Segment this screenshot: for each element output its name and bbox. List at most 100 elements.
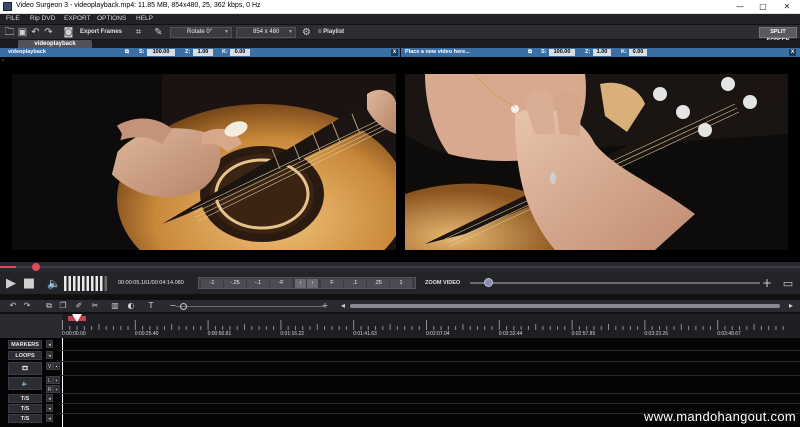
timeline-zoom-handle[interactable] bbox=[180, 303, 187, 310]
left-copy-icon[interactable]: ⧉ bbox=[125, 49, 129, 56]
eraser-icon[interactable]: ✐ bbox=[74, 301, 84, 311]
zoom-slider-track[interactable] bbox=[470, 282, 760, 284]
left-s-field[interactable]: 100.00 bbox=[147, 49, 175, 56]
markers-expand-icon[interactable]: ◂ bbox=[46, 340, 53, 348]
step-back-button[interactable]: ‹ bbox=[295, 279, 306, 288]
scroll-left-icon[interactable]: ◂ bbox=[338, 301, 348, 311]
undo-icon[interactable]: ↶ bbox=[30, 27, 41, 38]
export-frames-button[interactable]: Export Frames bbox=[80, 29, 122, 35]
pin-icon[interactable]: ▫ bbox=[2, 58, 4, 64]
stop-icon[interactable]: ■ bbox=[22, 276, 36, 291]
crop-icon[interactable]: ⌗ bbox=[133, 27, 144, 38]
left-k-field[interactable]: 0.00 bbox=[230, 49, 250, 56]
ts-track-3-expand-icon[interactable]: ◂ bbox=[46, 414, 53, 422]
camera-icon[interactable]: ◙ bbox=[63, 27, 74, 38]
ts-track-1-expand-icon[interactable]: ◂ bbox=[46, 394, 53, 402]
loops-expand-icon[interactable]: ◂ bbox=[46, 351, 53, 359]
loops-track-label[interactable]: LOOPS bbox=[8, 351, 42, 360]
left-video-player[interactable] bbox=[12, 74, 396, 250]
track-divider bbox=[60, 393, 800, 394]
ts-track-2-label[interactable]: T/S bbox=[8, 404, 42, 413]
gear-icon[interactable]: ⚙ bbox=[301, 27, 312, 38]
video-track-icon[interactable]: 🎞 bbox=[8, 362, 42, 375]
zoom-plus-icon[interactable]: + bbox=[762, 276, 772, 291]
seek-handle[interactable] bbox=[32, 263, 40, 271]
left-close-button[interactable]: x bbox=[391, 49, 398, 56]
main-toolbar: 🗀 ▣ ↶ ↷ ◙ Export Frames ⌗ ✎ Rotate 0° ▾ … bbox=[0, 25, 800, 44]
audio-left-toggle[interactable]: ▪ bbox=[53, 376, 60, 384]
frame-forward-button[interactable]: F bbox=[321, 279, 343, 288]
right-k-field[interactable]: 0.00 bbox=[629, 49, 647, 56]
split-screen-button[interactable]: SPLIT SCREEN bbox=[759, 27, 797, 44]
waveform-icon[interactable]: ▥ bbox=[110, 301, 120, 311]
paste-icon[interactable]: ❐ bbox=[58, 301, 68, 311]
speed-plus-01[interactable]: .1 bbox=[344, 279, 366, 288]
volume-icon[interactable]: 🔈 bbox=[46, 276, 62, 291]
text-icon[interactable]: T bbox=[146, 301, 156, 311]
speed-minus-1[interactable]: -1 bbox=[201, 279, 223, 288]
edit-icon[interactable]: ✎ bbox=[153, 27, 164, 38]
right-copy-icon[interactable]: ⧉ bbox=[528, 49, 532, 56]
ts-track-2-expand-icon[interactable]: ◂ bbox=[46, 404, 53, 412]
menu-file[interactable]: FILE bbox=[6, 15, 20, 22]
track-divider bbox=[60, 375, 800, 376]
timeline-ruler[interactable]: 0:00:00.00 0:00:25.40 0:00:50.81 0:01:16.22… bbox=[62, 314, 800, 338]
volume-bar bbox=[91, 276, 94, 291]
open-folder-icon[interactable]: 🗀 bbox=[4, 27, 15, 38]
tab-videoplayback[interactable]: videoplayback bbox=[18, 40, 92, 48]
close-window-button[interactable]: ✕ bbox=[780, 1, 794, 12]
right-z-field[interactable]: 1.00 bbox=[593, 49, 611, 56]
ts-track-3-label[interactable]: T/S bbox=[8, 414, 42, 423]
speed-plus-1[interactable]: 1 bbox=[390, 279, 412, 288]
redo-icon[interactable]: ↷ bbox=[22, 301, 32, 311]
ruler-label: 0:01:41.63 bbox=[353, 331, 377, 337]
scissors-icon[interactable]: ✂ bbox=[90, 301, 100, 311]
markers-track-label[interactable]: MARKERS bbox=[8, 340, 42, 349]
speed-minus-025[interactable]: -.25 bbox=[224, 279, 246, 288]
resolution-value: 854 x 480 bbox=[253, 29, 280, 35]
ts-track-1-label[interactable]: T/S bbox=[8, 394, 42, 403]
frame-back-button[interactable]: -F bbox=[270, 279, 292, 288]
menu-export[interactable]: EXPORT bbox=[64, 15, 91, 22]
video-track-toggle[interactable]: ▪ bbox=[53, 362, 60, 370]
left-z-field[interactable]: 1.00 bbox=[193, 49, 213, 56]
redo-icon[interactable]: ↷ bbox=[43, 27, 54, 38]
zoom-slider-handle[interactable] bbox=[483, 278, 493, 287]
play-icon[interactable]: ▶ bbox=[4, 276, 18, 291]
right-close-button[interactable]: x bbox=[789, 49, 796, 56]
menu-rip-dvd[interactable]: Rip DVD bbox=[30, 15, 55, 22]
zoom-in-icon[interactable]: + bbox=[320, 301, 330, 311]
playlist-button[interactable]: ≡ Playlist bbox=[318, 29, 344, 35]
resolution-dropdown[interactable]: 854 x 480 ▾ bbox=[236, 27, 296, 38]
right-s-field[interactable]: 100.00 bbox=[549, 49, 575, 56]
seek-track[interactable] bbox=[0, 266, 800, 268]
playhead-marker-icon[interactable] bbox=[72, 314, 82, 322]
video-track-label[interactable]: V bbox=[46, 362, 53, 370]
timeline-zoom-track[interactable] bbox=[176, 306, 324, 307]
menu-help[interactable]: HELP bbox=[136, 15, 153, 22]
volume-bars bbox=[64, 276, 107, 291]
audio-left-label[interactable]: L bbox=[46, 376, 53, 384]
fullscreen-icon[interactable]: ▭ bbox=[781, 276, 795, 291]
undo-icon[interactable]: ↶ bbox=[8, 301, 18, 311]
scroll-right-icon[interactable]: ▸ bbox=[786, 301, 796, 311]
speed-plus-025[interactable]: .25 bbox=[367, 279, 389, 288]
maximize-button[interactable]: □ bbox=[756, 1, 770, 12]
rotate-dropdown[interactable]: Rotate 0° ▾ bbox=[170, 27, 232, 38]
copy-icon[interactable]: ⧉ bbox=[44, 301, 54, 311]
audio-right-toggle[interactable]: ▪ bbox=[53, 385, 60, 393]
video-area: ▫ bbox=[0, 57, 800, 262]
zoom-out-icon[interactable]: − bbox=[168, 301, 178, 311]
adjust-icon[interactable]: ◐ bbox=[126, 301, 136, 311]
menu-options[interactable]: OPTIONS bbox=[97, 15, 126, 22]
minimize-button[interactable]: — bbox=[733, 1, 747, 12]
right-video-player[interactable] bbox=[405, 74, 788, 250]
audio-track-icon[interactable]: 🔈 bbox=[8, 377, 42, 390]
speed-minus-01[interactable]: -.1 bbox=[247, 279, 269, 288]
step-forward-button[interactable]: › bbox=[307, 279, 318, 288]
volume-meter[interactable] bbox=[64, 276, 110, 291]
app-icon bbox=[3, 2, 12, 11]
timeline-scrollbar[interactable] bbox=[350, 304, 780, 308]
audio-right-label[interactable]: R bbox=[46, 385, 53, 393]
save-icon[interactable]: ▣ bbox=[17, 27, 28, 38]
